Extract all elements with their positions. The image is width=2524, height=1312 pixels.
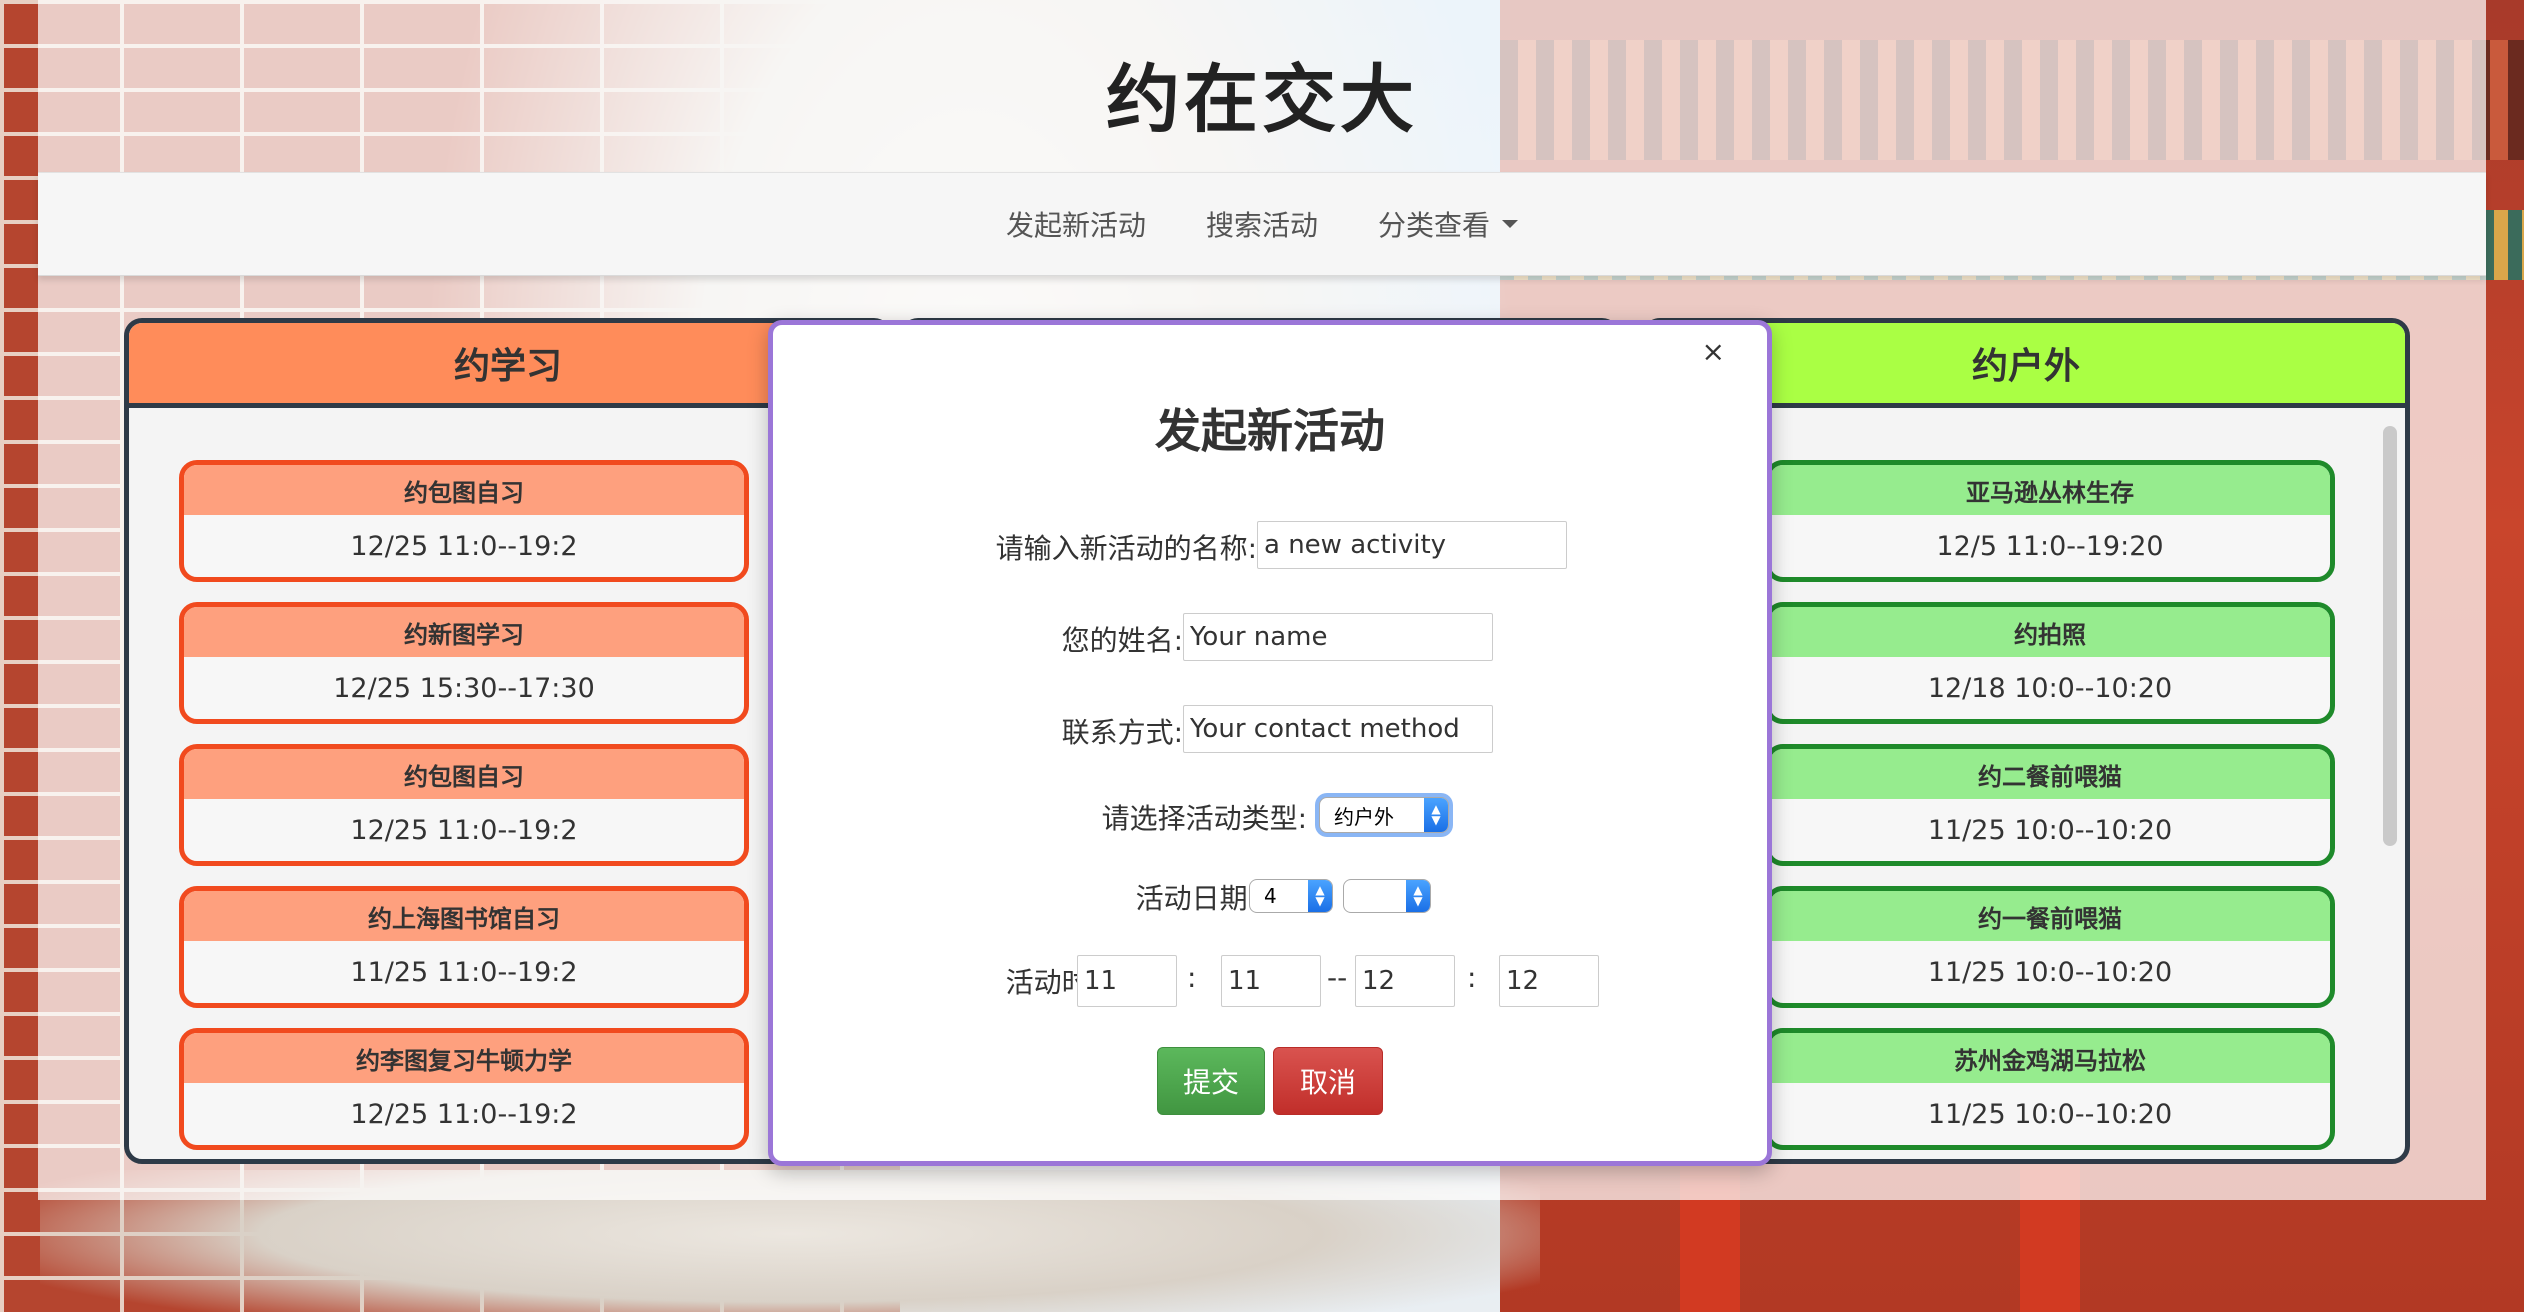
activity-name: 约二餐前喂猫: [1770, 749, 2330, 799]
contact-label: 联系方式:: [1061, 716, 1183, 749]
activity-card[interactable]: 约包图自习 12/25 11:0--19:2: [179, 460, 749, 582]
activity-name: 约上海图书馆自习: [184, 891, 744, 941]
activity-card[interactable]: 约李图复习牛顿力学 12/25 11:0--19:2: [179, 1028, 749, 1150]
start-hour-input[interactable]: [1077, 955, 1177, 1007]
scrollbar[interactable]: [2383, 426, 2397, 846]
activity-name: 约新图学习: [184, 607, 744, 657]
time-colon: :: [1467, 961, 1477, 994]
end-minute-input[interactable]: [1499, 955, 1599, 1007]
activity-name-label: 请输入新活动的名称:: [995, 532, 1257, 565]
modal-title: 发起新活动: [1155, 404, 1385, 458]
nav-category-dropdown[interactable]: 分类查看: [1378, 204, 1519, 244]
start-minute-input[interactable]: [1221, 955, 1321, 1007]
contact-input[interactable]: [1183, 705, 1493, 753]
activity-time: 11/25 10:0--10:20: [1927, 956, 2173, 988]
date-month-value: 4: [1264, 884, 1277, 908]
activity-time: 12/18 10:0--10:20: [1927, 672, 2173, 704]
activity-time: 11/25 10:0--10:20: [1927, 1098, 2173, 1130]
caret-down-icon: [1502, 220, 1519, 228]
activity-name: 约一餐前喂猫: [1770, 891, 2330, 941]
date-day-select[interactable]: ▲ ▼: [1343, 879, 1431, 913]
activity-card[interactable]: 约新图学习 12/25 15:30--17:30: [179, 602, 749, 724]
time-colon: :: [1187, 961, 1197, 994]
select-arrows-icon: ▲ ▼: [1424, 798, 1448, 832]
date-month-select[interactable]: 4 ▲ ▼: [1249, 879, 1333, 913]
select-arrows-icon: ▲ ▼: [1406, 880, 1430, 912]
activity-name: 亚马逊丛林生存: [1770, 465, 2330, 515]
time-dash: --: [1327, 961, 1348, 994]
activity-name: 约李图复习牛顿力学: [184, 1033, 744, 1083]
person-name-label: 您的姓名:: [1061, 624, 1183, 657]
submit-button[interactable]: 提交: [1157, 1047, 1265, 1115]
nav-new-activity[interactable]: 发起新活动: [1006, 204, 1146, 244]
activity-time: 12/25 15:30--17:30: [333, 672, 595, 704]
activity-name: 约包图自习: [184, 465, 744, 515]
activity-card[interactable]: 约二餐前喂猫 11/25 10:0--10:20: [1765, 744, 2335, 866]
navbar: 发起新活动 搜索活动 分类查看: [38, 172, 2486, 276]
new-activity-modal: × 发起新活动 请输入新活动的名称: 您的姓名: 联系方式: 请选择活动类型: …: [768, 320, 1772, 1166]
activity-date-label: 活动日期:: [1135, 882, 1257, 915]
activity-card[interactable]: 苏州金鸡湖马拉松 11/25 10:0--10:20: [1765, 1028, 2335, 1150]
person-name-input[interactable]: [1183, 613, 1493, 661]
activity-card[interactable]: 约包图自习 12/25 11:0--19:2: [179, 744, 749, 866]
close-icon[interactable]: ×: [1702, 335, 1725, 368]
activity-time: 11/25 10:0--10:20: [1927, 814, 2173, 846]
end-hour-input[interactable]: [1355, 955, 1455, 1007]
activity-time: 12/25 11:0--19:2: [350, 1098, 578, 1130]
activity-type-select[interactable]: 约户外 ▲ ▼: [1319, 797, 1449, 833]
activity-card[interactable]: 约拍照 12/18 10:0--10:20: [1765, 602, 2335, 724]
site-title: 约在交大: [1106, 57, 1418, 143]
activity-name: 约包图自习: [184, 749, 744, 799]
activity-card[interactable]: 约一餐前喂猫 11/25 10:0--10:20: [1765, 886, 2335, 1008]
select-arrows-icon: ▲ ▼: [1308, 880, 1332, 912]
activity-type-value: 约户外: [1334, 804, 1394, 829]
activity-card[interactable]: 亚马逊丛林生存 12/5 11:0--19:20: [1765, 460, 2335, 582]
activity-time: 12/5 11:0--19:20: [1936, 530, 2164, 562]
activity-time: 11/25 11:0--19:2: [350, 956, 578, 988]
activity-name: 约拍照: [1770, 607, 2330, 657]
activity-name-input[interactable]: [1257, 521, 1567, 569]
cancel-button[interactable]: 取消: [1273, 1047, 1383, 1115]
activity-card[interactable]: 约上海图书馆自习 11/25 11:0--19:2: [179, 886, 749, 1008]
nav-search-activity[interactable]: 搜索活动: [1206, 204, 1318, 244]
activity-name: 苏州金鸡湖马拉松: [1770, 1033, 2330, 1083]
activity-type-label: 请选择活动类型:: [1101, 802, 1307, 835]
activity-time: 12/25 11:0--19:2: [350, 814, 578, 846]
activity-time: 12/25 11:0--19:2: [350, 530, 578, 562]
nav-category-label: 分类查看: [1378, 209, 1491, 242]
